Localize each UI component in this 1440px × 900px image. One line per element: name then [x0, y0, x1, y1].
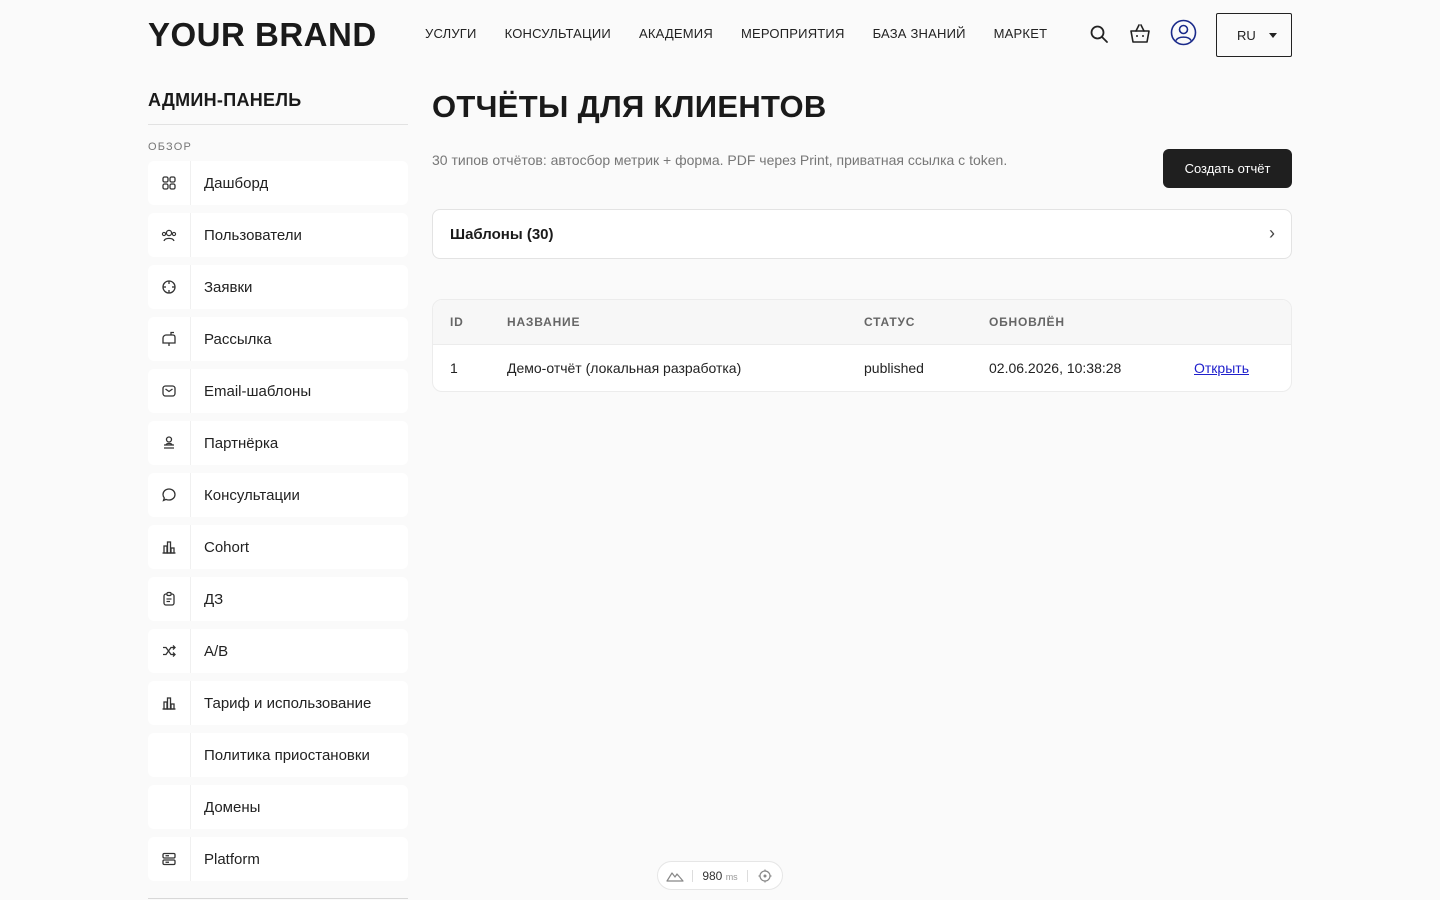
partner-icon	[148, 421, 191, 465]
nav-knowledge-base[interactable]: БАЗА ЗНАНИЙ	[873, 26, 966, 42]
sidebar-item-ab[interactable]: A/B	[148, 629, 408, 673]
cell-updated: 02.06.2026, 10:38:28	[989, 360, 1122, 376]
sidebar-item-platform[interactable]: Platform	[148, 837, 408, 881]
admin-sidebar: АДМИН-ПАНЕЛЬ ОБЗОР Дашборд Пользователи …	[148, 88, 408, 889]
sidebar-item-label: Политика приостановки	[204, 746, 370, 764]
envelope-icon	[148, 369, 191, 413]
blank-icon	[148, 733, 191, 777]
perf-number: 980	[702, 868, 723, 883]
nav-consultations[interactable]: КОНСУЛЬТАЦИИ	[505, 26, 611, 42]
perf-indicator[interactable]: 980 ms	[657, 861, 783, 890]
nav-market[interactable]: МАРКЕТ	[994, 26, 1048, 42]
table-row: 1 Демо-отчёт (локальная разработка) publ…	[433, 345, 1291, 391]
bar-chart-icon	[148, 681, 191, 725]
crosshair-icon[interactable]	[748, 869, 782, 883]
sidebar-item-users[interactable]: Пользователи	[148, 213, 408, 257]
sidebar-item-label: A/B	[204, 642, 229, 660]
sidebar-item-dashboard[interactable]: Дашборд	[148, 161, 408, 205]
page-description: 30 типов отчётов: автосбор метрик + форм…	[432, 152, 1008, 168]
column-header-updated[interactable]: ОБНОВЛЁН	[989, 315, 1065, 329]
reports-table: ID НАЗВАНИЕ СТАТУС ОБНОВЛЁН 1 Демо-отчёт…	[432, 299, 1292, 392]
table-header: ID НАЗВАНИЕ СТАТУС ОБНОВЛЁН	[433, 300, 1291, 345]
sidebar-item-label: Партнёрка	[204, 434, 279, 452]
user-icon[interactable]	[1170, 19, 1197, 46]
cell-status: published	[864, 360, 924, 376]
language-value: RU	[1237, 27, 1256, 43]
nav-services[interactable]: УСЛУГИ	[425, 26, 477, 42]
main-nav: УСЛУГИ КОНСУЛЬТАЦИИ АКАДЕМИЯ МЕРОПРИЯТИЯ…	[425, 26, 1047, 42]
sidebar-item-label: Email-шаблоны	[204, 382, 312, 400]
sidebar-item-domains[interactable]: Домены	[148, 785, 408, 829]
chat-bubble-icon	[148, 473, 191, 517]
sidebar-title: АДМИН-ПАНЕЛЬ	[148, 88, 408, 125]
sidebar-item-suspension-policy[interactable]: Политика приостановки	[148, 733, 408, 777]
create-report-button[interactable]: Создать отчёт	[1163, 149, 1292, 188]
sidebar-item-partners[interactable]: Партнёрка	[148, 421, 408, 465]
open-report-link[interactable]: Открыть	[1194, 360, 1249, 376]
nav-events[interactable]: МЕРОПРИЯТИЯ	[741, 26, 845, 42]
perf-value: 980 ms	[693, 869, 747, 883]
templates-accordion[interactable]: Шаблоны (30) ›	[432, 209, 1292, 259]
mountain-icon	[658, 870, 692, 882]
clipboard-icon	[148, 577, 191, 621]
cell-id: 1	[450, 360, 458, 376]
sidebar-item-label: Cohort	[204, 538, 250, 556]
sidebar-item-label: Дашборд	[204, 174, 269, 192]
sidebar-item-requests[interactable]: Заявки	[148, 265, 408, 309]
users-icon	[148, 213, 191, 257]
language-select[interactable]: RU	[1216, 13, 1292, 57]
sidebar-item-consultations[interactable]: Консультации	[148, 473, 408, 517]
sidebar-item-label: Пользователи	[204, 226, 302, 244]
sidebar-item-label: ДЗ	[204, 590, 224, 608]
perf-unit: ms	[725, 871, 738, 882]
top-header: YOUR BRAND УСЛУГИ КОНСУЛЬТАЦИИ АКАДЕМИЯ …	[0, 0, 1440, 70]
sidebar-item-label: Домены	[204, 798, 261, 816]
sidebar-item-label: Platform	[204, 850, 260, 868]
column-header-id[interactable]: ID	[450, 315, 464, 329]
sidebar-item-tariff-usage[interactable]: Тариф и использование	[148, 681, 408, 725]
mailbox-icon	[148, 317, 191, 361]
chevron-down-icon	[1269, 33, 1277, 38]
sidebar-item-mailing[interactable]: Рассылка	[148, 317, 408, 361]
templates-label: Шаблоны (30)	[450, 225, 554, 243]
brand-logo[interactable]: YOUR BRAND	[148, 15, 377, 55]
page-title: ОТЧЁТЫ ДЛЯ КЛИЕНТОВ	[432, 89, 827, 124]
blank-icon	[148, 785, 191, 829]
sidebar-item-label: Консультации	[204, 486, 300, 504]
main-content: ОТЧЁТЫ ДЛЯ КЛИЕНТОВ 30 типов отчётов: ав…	[432, 88, 1292, 392]
sidebar-section-label: ОБЗОР	[148, 141, 193, 153]
sidebar-item-cohort[interactable]: Cohort	[148, 525, 408, 569]
sidebar-item-label: Тариф и использование	[204, 694, 372, 712]
cell-name: Демо-отчёт (локальная разработка)	[507, 360, 742, 376]
cart-icon[interactable]	[1128, 22, 1152, 46]
shuffle-icon	[148, 629, 191, 673]
bar-chart-icon	[148, 525, 191, 569]
search-icon[interactable]	[1087, 22, 1111, 46]
column-header-status[interactable]: СТАТУС	[864, 315, 915, 329]
column-header-name[interactable]: НАЗВАНИЕ	[507, 315, 580, 329]
nav-academy[interactable]: АКАДЕМИЯ	[639, 26, 713, 42]
grid-icon	[148, 161, 191, 205]
sidebar-item-label: Заявки	[204, 278, 253, 296]
chevron-right-icon: ›	[1269, 223, 1275, 243]
server-icon	[148, 837, 191, 881]
sidebar-item-label: Рассылка	[204, 330, 272, 348]
sidebar-item-email-templates[interactable]: Email-шаблоны	[148, 369, 408, 413]
target-icon	[148, 265, 191, 309]
sidebar-divider	[148, 898, 408, 899]
sidebar-item-homework[interactable]: ДЗ	[148, 577, 408, 621]
